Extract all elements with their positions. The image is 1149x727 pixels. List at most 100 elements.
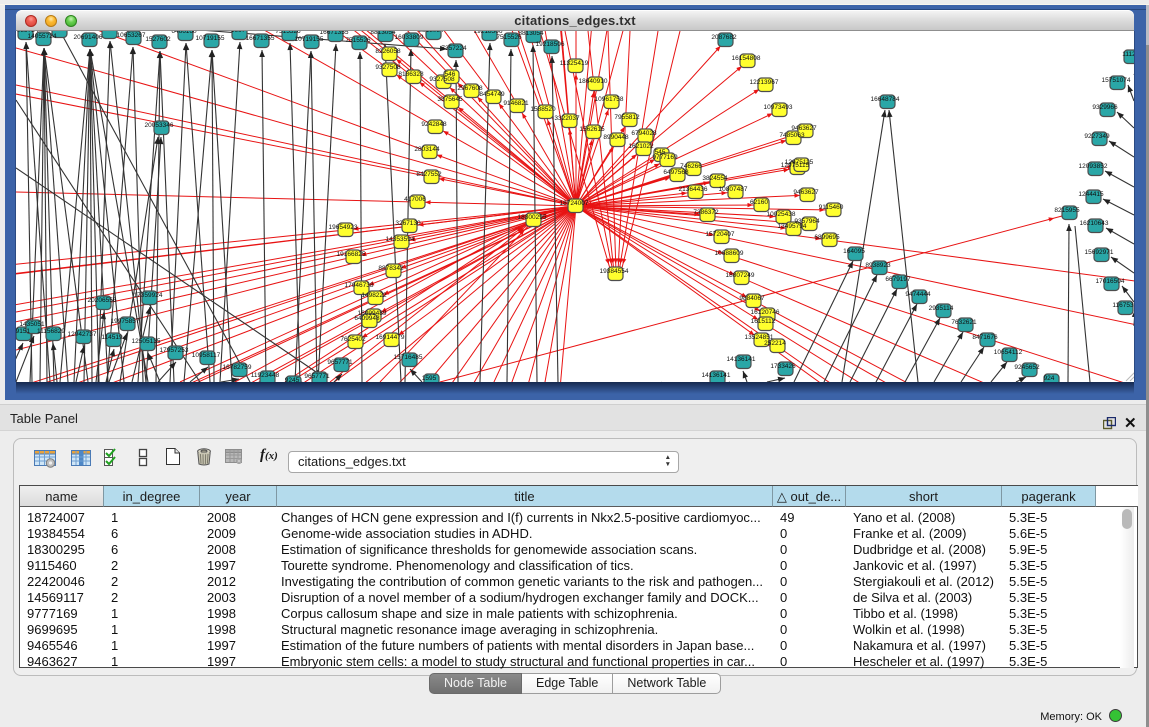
- svg-text:12505135: 12505135: [132, 338, 161, 345]
- svg-text:10653267: 10653267: [117, 32, 146, 39]
- svg-text:17957253: 17957253: [160, 347, 189, 354]
- svg-text:1562615: 1562615: [579, 126, 605, 133]
- svg-text:8427552: 8427552: [416, 171, 442, 178]
- svg-text:1065: 1065: [101, 31, 116, 33]
- svg-text:9474444: 9474444: [905, 291, 931, 298]
- svg-text:9146821: 9146821: [503, 100, 529, 107]
- svg-text:1112: 1112: [1122, 51, 1134, 58]
- svg-text:19975857: 19975857: [111, 318, 140, 325]
- svg-text:252214: 252214: [764, 340, 786, 347]
- svg-text:7515526: 7515526: [345, 37, 371, 44]
- svg-text:1435051: 1435051: [19, 321, 45, 328]
- svg-text:9777169: 9777169: [652, 154, 678, 161]
- svg-text:11156829: 11156829: [37, 328, 65, 335]
- svg-text:9657771: 9657771: [304, 373, 330, 380]
- svg-text:1588520: 1588520: [530, 106, 556, 113]
- svg-text:14136141: 14136141: [702, 372, 731, 379]
- svg-text:10025438: 10025438: [767, 211, 796, 218]
- svg-text:19654923: 19654923: [329, 224, 358, 231]
- svg-text:6899695: 6899695: [814, 234, 840, 241]
- svg-text:21364436: 21364436: [679, 186, 708, 193]
- svg-text:8226058: 8226058: [375, 48, 401, 55]
- svg-text:8813054: 8813054: [418, 31, 444, 34]
- svg-text:20053346: 20053346: [145, 122, 174, 129]
- svg-text:16648784: 16648784: [871, 96, 900, 103]
- svg-text:9245652: 9245652: [1014, 364, 1040, 371]
- svg-text:7485063: 7485063: [779, 132, 805, 139]
- svg-text:1733426: 1733426: [770, 363, 796, 370]
- svg-text:1244415: 1244415: [1078, 191, 1104, 198]
- svg-text:16120746: 16120746: [751, 309, 780, 316]
- svg-text:2803144: 2803144: [414, 146, 440, 153]
- svg-text:164095: 164095: [843, 248, 865, 255]
- svg-text:11325419: 11325419: [560, 60, 589, 67]
- svg-text:10688609: 10688609: [715, 250, 744, 257]
- svg-text:7955812: 7955812: [614, 114, 640, 121]
- svg-text:18300295: 18300295: [518, 214, 547, 221]
- svg-text:10719155: 10719155: [295, 36, 324, 43]
- svg-text:15751074: 15751074: [1102, 77, 1131, 84]
- svg-text:10958117: 10958117: [192, 352, 221, 359]
- svg-text:114519: 114519: [101, 334, 123, 341]
- svg-text:6679197: 6679197: [885, 276, 911, 283]
- svg-text:8813054: 8813054: [518, 31, 544, 37]
- svg-text:18640910: 18640910: [579, 78, 608, 85]
- svg-text:15692971: 15692971: [1085, 249, 1114, 256]
- svg-text:9357964: 9357964: [794, 218, 820, 225]
- svg-text:7357224: 7357224: [441, 45, 467, 52]
- svg-text:16671355: 16671355: [246, 35, 275, 42]
- svg-text:17359924: 17359924: [134, 292, 163, 299]
- svg-text:7386372: 7386372: [693, 209, 719, 216]
- svg-text:16033809: 16033809: [395, 34, 424, 41]
- svg-text:7632621: 7632621: [951, 319, 977, 326]
- svg-text:7515526: 7515526: [275, 31, 301, 35]
- svg-text:12213967: 12213967: [750, 79, 779, 86]
- svg-text:16154808: 16154808: [732, 55, 761, 62]
- svg-text:8813054: 8813054: [370, 31, 396, 36]
- svg-text:1498222: 1498222: [361, 292, 387, 299]
- svg-text:9329966: 9329966: [1092, 104, 1118, 111]
- svg-text:1621022: 1621022: [628, 143, 654, 150]
- svg-text:11923448: 11923448: [251, 372, 280, 379]
- svg-text:6466160: 6466160: [171, 31, 197, 35]
- svg-text:16782759: 16782759: [223, 364, 252, 371]
- svg-text:1667: 1667: [231, 31, 246, 34]
- svg-text:6409948: 6409948: [354, 315, 380, 322]
- svg-text:14353594: 14353594: [386, 236, 415, 243]
- svg-text:924: 924: [1044, 375, 1055, 382]
- svg-text:16914479: 16914479: [376, 334, 405, 341]
- svg-text:9463627: 9463627: [793, 189, 819, 196]
- svg-text:1595: 1595: [422, 375, 437, 382]
- svg-text:9327508: 9327508: [375, 64, 401, 71]
- svg-text:19384554: 19384554: [600, 268, 629, 275]
- svg-text:6497568: 6497568: [663, 169, 689, 176]
- svg-text:16210643: 16210643: [1080, 220, 1109, 227]
- svg-text:3322037: 3322037: [554, 115, 580, 122]
- svg-text:546: 546: [445, 71, 456, 78]
- svg-text:12942737: 12942737: [68, 331, 97, 338]
- svg-text:14055724: 14055724: [28, 33, 57, 40]
- svg-text:3267130: 3267130: [395, 220, 421, 227]
- svg-text:10973493: 10973493: [764, 104, 793, 111]
- svg-text:16671355: 16671355: [320, 31, 349, 36]
- svg-text:18807249: 18807249: [726, 272, 755, 279]
- svg-text:9115460: 9115460: [819, 204, 844, 211]
- svg-text:9884067: 9884067: [739, 295, 765, 302]
- svg-text:9463627: 9463627: [791, 125, 817, 132]
- svg-text:14136141: 14136141: [727, 356, 756, 363]
- svg-text:9227349: 9227349: [1084, 133, 1110, 140]
- svg-text:8215955: 8215955: [1054, 207, 1080, 214]
- svg-text:10654112: 10654112: [994, 349, 1023, 356]
- svg-text:10961758: 10961758: [595, 96, 624, 103]
- svg-text:18724007: 18724007: [560, 200, 589, 207]
- svg-text:62160: 62160: [750, 199, 768, 206]
- svg-text:1527602: 1527602: [145, 36, 171, 43]
- svg-text:12975115: 12975115: [785, 159, 814, 166]
- svg-text:17046738: 17046738: [345, 282, 374, 289]
- svg-text:3875645: 3875645: [437, 96, 463, 103]
- svg-text:8938923: 8938923: [865, 262, 891, 269]
- svg-text:19218506: 19218506: [536, 41, 565, 48]
- svg-text:9657771: 9657771: [327, 359, 353, 366]
- svg-text:20691406: 20691406: [74, 34, 103, 41]
- svg-text:8471676: 8471676: [972, 334, 998, 341]
